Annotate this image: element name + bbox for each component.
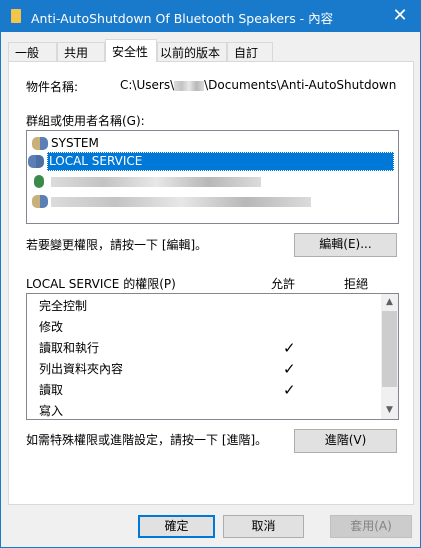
apply-button[interactable]: 套用(A) bbox=[330, 515, 412, 538]
permission-name: 完全控制 bbox=[39, 299, 88, 313]
permission-row: 寫入 bbox=[39, 401, 379, 418]
permission-row: 列出資料夾內容 ✓ bbox=[39, 359, 379, 380]
redacted-username bbox=[174, 80, 205, 91]
list-item-selected[interactable]: LOCAL SERVICE bbox=[28, 152, 394, 171]
object-name-label: 物件名稱: bbox=[26, 80, 79, 94]
permissions-scrollbar[interactable]: ▲ ▼ bbox=[381, 294, 398, 419]
object-path-prefix: C:\Users\ bbox=[120, 78, 175, 92]
tab-sharing[interactable]: 共用 bbox=[57, 42, 105, 61]
users-icon bbox=[28, 155, 44, 168]
allow-check-icon: ✓ bbox=[283, 381, 296, 399]
redacted-user bbox=[51, 176, 261, 187]
groups-label: 群組或使用者名稱(G): bbox=[26, 114, 145, 128]
object-path: C:\Users\ \Documents\Anti-AutoShutdown O bbox=[120, 78, 400, 92]
group-name: LOCAL SERVICE bbox=[49, 154, 143, 168]
group-name: SYSTEM bbox=[51, 136, 99, 150]
close-icon[interactable]: ✕ bbox=[380, 1, 420, 32]
deny-header: 拒絕 bbox=[344, 277, 369, 291]
permission-name: 讀取 bbox=[39, 383, 64, 397]
permission-row: 讀取 ✓ bbox=[39, 380, 379, 401]
title-bar: Anti-AutoShutdown Of Bluetooth Speakers … bbox=[1, 1, 420, 32]
permission-row: 讀取和執行 ✓ bbox=[39, 338, 379, 359]
tab-general[interactable]: 一般 bbox=[8, 42, 57, 61]
scrollbar-thumb[interactable] bbox=[382, 311, 397, 387]
permission-name: 修改 bbox=[39, 320, 64, 334]
tab-security[interactable]: 安全性 bbox=[105, 39, 157, 62]
edit-button[interactable]: 編輯(E)... bbox=[294, 233, 397, 257]
permission-row: 修改 bbox=[39, 317, 379, 338]
permissions-header: LOCAL SERVICE 的權限(P) bbox=[26, 277, 176, 291]
groups-list[interactable]: SYSTEM LOCAL SERVICE bbox=[26, 130, 399, 224]
folder-icon bbox=[11, 9, 21, 23]
permission-name: 列出資料夾內容 bbox=[39, 362, 124, 376]
edit-hint: 若要變更權限，請按一下 [編輯]。 bbox=[26, 238, 208, 252]
allow-header: 允許 bbox=[271, 277, 296, 291]
allow-check-icon: ✓ bbox=[283, 339, 296, 357]
advanced-button[interactable]: 進階(V) bbox=[294, 429, 397, 453]
properties-dialog: Anti-AutoShutdown Of Bluetooth Speakers … bbox=[0, 0, 421, 548]
tab-customize[interactable]: 自訂 bbox=[227, 42, 273, 61]
list-item[interactable] bbox=[29, 192, 374, 211]
permission-name: 寫入 bbox=[39, 404, 64, 418]
user-icon bbox=[34, 175, 44, 188]
tab-previous-versions[interactable]: 以前的版本 bbox=[157, 42, 227, 61]
scroll-up-icon[interactable]: ▲ bbox=[381, 294, 398, 311]
ok-button[interactable]: 確定 bbox=[138, 515, 215, 538]
security-panel: 物件名稱: C:\Users\ \Documents\Anti-AutoShutd… bbox=[8, 61, 414, 505]
users-icon bbox=[32, 137, 48, 150]
list-item[interactable] bbox=[29, 172, 374, 191]
permissions-list: 完全控制 修改 讀取和執行 ✓ 列出資料夾內容 ✓ 讀取 ✓ 寫入 ▲ ▼ bbox=[26, 293, 399, 420]
window-title: Anti-AutoShutdown Of Bluetooth Speakers … bbox=[31, 11, 334, 26]
allow-check-icon: ✓ bbox=[283, 360, 296, 378]
scroll-down-icon[interactable]: ▼ bbox=[381, 402, 398, 419]
advanced-hint: 如需特殊權限或進階設定，請按一下 [進階]。 bbox=[26, 433, 268, 447]
cancel-button[interactable]: 取消 bbox=[223, 515, 304, 538]
permission-row: 完全控制 bbox=[39, 296, 379, 317]
list-item[interactable]: SYSTEM bbox=[29, 134, 374, 153]
users-icon bbox=[32, 195, 48, 208]
permission-name: 讀取和執行 bbox=[39, 341, 100, 355]
object-path-suffix: \Documents\Anti-AutoShutdown O bbox=[204, 78, 400, 92]
redacted-group bbox=[51, 196, 311, 207]
